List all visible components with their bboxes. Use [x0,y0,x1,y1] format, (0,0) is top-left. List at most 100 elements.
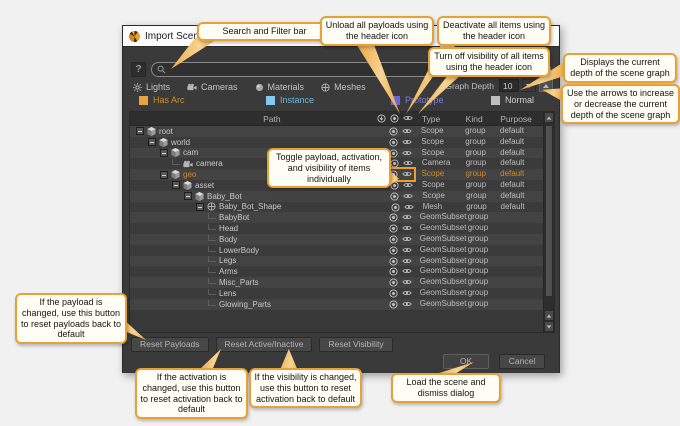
visibility-icon[interactable] [402,149,412,157]
kind-cell: group [466,234,502,245]
table-row[interactable]: Baby_BotScopegroupdefault [130,191,543,202]
table-row[interactable]: HeadGeomSubsetgroup [130,223,543,234]
table-row[interactable]: Baby_Bot_ShapeMeshgroupdefault [130,202,543,213]
tree-elbow [208,213,216,219]
purpose-cell: default [500,191,543,202]
scrollbar-thumb[interactable] [545,125,553,297]
table-row[interactable]: rootScopegroupdefault [130,126,543,137]
visibility-icon[interactable] [402,170,412,178]
filter-lights[interactable]: Lights [133,82,170,92]
path-cell: Head [130,223,373,234]
active-icon[interactable] [389,246,398,255]
table-row[interactable]: worldScopegroupdefault [130,137,543,148]
reset-active-inactive-button[interactable]: Reset Active/Inactive [216,337,313,352]
collapse-icon[interactable] [160,149,168,157]
active-icon[interactable] [391,203,400,212]
type-cell: Mesh [415,202,465,213]
legend-item-instance: Instance [266,95,314,105]
table-row[interactable]: Glowing_PartsGeomSubsetgroup [130,299,543,310]
visibility-icon[interactable] [403,159,413,167]
row-toggles [374,191,414,202]
purpose-cell [501,299,543,310]
visibility-icon[interactable] [402,213,412,221]
visibility-icon[interactable] [404,203,414,211]
type-cell: GeomSubset [412,245,466,256]
callout-reset-payloads-note: If the payload is changed, use this butt… [15,293,127,344]
collapse-icon[interactable] [136,127,144,135]
active-icon[interactable] [389,300,398,309]
collapse-icon[interactable] [160,171,168,179]
table-row[interactable]: ArmsGeomSubsetgroup [130,266,543,277]
active-icon[interactable] [389,213,398,222]
scroll-up-button[interactable] [544,112,554,123]
reset-payloads-button[interactable]: Reset Payloads [131,337,209,352]
visibility-icon[interactable] [402,300,412,308]
table-row[interactable]: BabyBotGeomSubsetgroup [130,212,543,223]
legend-label: Has Arc [153,95,185,105]
table-row[interactable]: LensGeomSubsetgroup [130,288,543,299]
graph-depth-value[interactable]: 10 [499,79,519,92]
payload-icon[interactable] [377,114,386,123]
visibility-icon[interactable] [402,224,412,232]
table-row[interactable]: Misc_PartsGeomSubsetgroup [130,277,543,288]
node-label: Baby_Bot [207,192,242,201]
row-toggles [373,288,412,299]
active-icon[interactable] [389,127,398,136]
kind-cell: group [463,169,500,180]
scroll-down-button[interactable] [544,321,554,332]
type-cell: GeomSubset [412,234,466,245]
purpose-header[interactable]: Purpose [500,112,543,125]
collapse-icon[interactable] [148,138,156,146]
kind-header[interactable]: Kind [464,112,501,125]
tree-elbow [208,256,216,262]
collapse-icon[interactable] [196,203,204,211]
filter-meshes[interactable]: Meshes [321,82,366,92]
filter-cameras[interactable]: Cameras [187,82,238,92]
active-icon[interactable] [389,289,398,298]
active-icon[interactable] [389,235,398,244]
vertical-scrollbar[interactable] [543,112,554,332]
cancel-button[interactable]: Cancel [499,354,545,369]
table-row[interactable]: LowerBody GeomSubsetgroup [130,245,543,256]
active-icon[interactable] [389,267,398,276]
visibility-icon[interactable] [402,246,412,254]
active-icon[interactable] [389,224,398,233]
row-toggles [373,256,412,267]
purpose-cell [501,245,543,256]
active-icon[interactable] [389,257,398,266]
visibility-icon[interactable] [402,138,412,146]
filter-materials[interactable]: Materials [255,82,305,92]
kind-cell: group [466,245,502,256]
path-header[interactable]: Path [130,112,374,125]
purpose-cell: default [500,158,543,169]
visibility-icon[interactable] [402,278,412,286]
help-button[interactable]: ? [131,62,146,77]
path-cell: Body [130,234,373,245]
visibility-icon[interactable] [402,235,412,243]
active-icon[interactable] [389,278,398,287]
callout-reset-visibility-note: If the visibility is changed, use this b… [249,368,362,408]
visibility-icon[interactable] [402,289,412,297]
table-row[interactable]: Body GeomSubsetgroup [130,234,543,245]
collapse-icon[interactable] [184,192,192,200]
type-header[interactable]: Type [414,112,464,125]
path-cell: Lens [130,288,373,299]
visibility-icon[interactable] [402,127,412,135]
scroll-up-button-2[interactable] [544,310,554,321]
visibility-icon[interactable] [403,114,413,122]
reset-visibility-button[interactable]: Reset Visibility [319,337,392,352]
visibility-icon[interactable] [402,257,412,265]
active-icon[interactable] [389,138,398,147]
active-icon[interactable] [390,159,399,168]
path-cell: LowerBody [130,245,373,256]
active-icon[interactable] [390,114,399,123]
table-row[interactable]: LegsGeomSubsetgroup [130,256,543,267]
active-icon[interactable] [390,192,399,201]
visibility-icon[interactable] [403,192,413,200]
collapse-icon[interactable] [172,181,180,189]
row-toggles [373,126,413,137]
visibility-icon[interactable] [402,267,412,275]
visibility-icon[interactable] [403,181,413,189]
search-icon [157,65,166,74]
filter-label: Meshes [334,82,366,92]
